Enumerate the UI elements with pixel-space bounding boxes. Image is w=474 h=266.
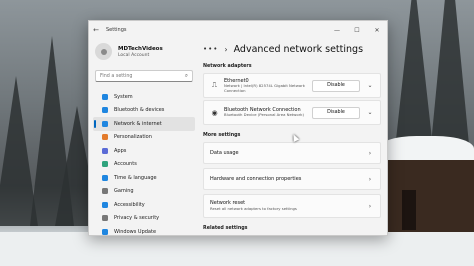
sidebar-item[interactable]: Personalization [93,131,195,145]
sidebar-item[interactable]: System [93,90,195,104]
maximize-icon[interactable]: ☐ [347,27,367,34]
sidebar-item[interactable]: Accessibility [93,198,195,212]
adapter-card[interactable]: ◉ Bluetooth Network Connection Bluetooth D… [203,100,381,125]
sidebar-item[interactable]: Privacy & security [93,212,195,226]
sidebar-item-icon [102,147,108,154]
sidebar-item-icon [102,120,108,127]
sidebar-item-label: Time & language [114,174,157,181]
sidebar-item-icon [102,107,108,114]
sidebar-item[interactable]: Apps [93,144,195,158]
adapter-card[interactable]: ⎍ Ethernet0 Network | Intel(R) 82574L Giga… [203,73,381,98]
chevron-down-icon[interactable]: ⌄ [366,109,374,116]
sidebar-item-icon [102,161,108,168]
setting-label: Hardware and connection properties [210,175,302,182]
disable-button[interactable]: Disable [312,106,360,119]
more-settings-row[interactable]: Data usage › [203,142,381,164]
more-settings-row[interactable]: Network reset Reset all network adapters … [203,194,381,218]
back-arrow-icon[interactable]: ← [89,26,103,34]
close-icon[interactable]: ✕ [367,27,387,34]
sidebar-item-label: Personalization [114,134,152,141]
section-label-related-settings: Related settings [203,226,248,231]
sidebar-item[interactable]: Gaming [93,185,195,199]
cabin [388,160,474,240]
setting-description: Reset all network adapters to factory se… [210,205,297,211]
sidebar-item[interactable]: Network & internet [93,117,195,131]
sidebar-item[interactable]: Windows Update [93,225,195,235]
sidebar-nav: System Bluetooth & devices Network & inter… [89,90,199,235]
sidebar-item[interactable]: Bluetooth & devices [93,104,195,118]
setting-label: Data usage [210,149,239,156]
page-title: Advanced network settings [233,43,364,55]
user-icon [100,48,107,55]
more-settings-row[interactable]: Hardware and connection properties › [203,168,381,190]
account-name: MDTechVideos [118,45,163,52]
search-input[interactable]: Find a setting [100,74,185,79]
sidebar-item-icon [102,188,108,195]
avatar [95,43,112,60]
ethernet-icon: ⎍ [212,81,217,89]
sidebar-item-icon [102,174,108,181]
sidebar-item-label: Bluetooth & devices [114,107,165,114]
account-card[interactable]: MDTechVideos Local Account [89,39,199,64]
sidebar-item-icon [102,93,108,100]
more-settings-list: Data usage › Hardware and connection prope… [203,142,381,218]
adapter-description: Network | Intel(R) 82574L Gigabit Networ… [224,82,305,93]
sidebar: MDTechVideos Local Account Find a settin… [89,39,199,235]
chevron-right-icon: › [224,44,228,54]
window-title: Settings [106,27,127,33]
minimize-icon[interactable]: — [327,27,347,34]
sidebar-item-label: Windows Update [114,228,157,235]
settings-window: ← Settings — ☐ ✕ MDTechVideos Local Acco… [88,20,388,236]
sidebar-item[interactable]: Accounts [93,158,195,172]
bluetooth-icon: ◉ [211,108,218,117]
title-bar: ← Settings — ☐ ✕ [89,21,387,39]
disable-button[interactable]: Disable [312,79,360,92]
sidebar-item-icon [102,201,108,208]
sidebar-item-label: Apps [114,147,127,154]
cabin-door [402,190,416,230]
sidebar-item-label: Gaming [114,188,134,195]
chevron-right-icon: › [368,175,372,183]
snow-ground [0,232,474,266]
breadcrumb: ••• › Advanced network settings [203,40,381,58]
chevron-right-icon: › [368,202,372,210]
adapter-description: Bluetooth Device (Personal Area Network) [224,112,304,118]
sidebar-item-label: Accessibility [114,201,145,208]
sidebar-item-label: Accounts [114,161,137,168]
breadcrumb-more-button[interactable]: ••• [203,45,218,53]
search-icon: ⌕ [184,72,188,79]
section-label-network-adapters: Network adapters [203,64,252,69]
sidebar-item-label: Privacy & security [114,215,160,222]
sidebar-item-icon [102,228,108,235]
sidebar-item-icon [102,134,108,141]
search-box[interactable]: Find a setting ⌕ [95,70,193,82]
chevron-right-icon: › [368,149,372,157]
adapter-list: ⎍ Ethernet0 Network | Intel(R) 82574L Giga… [203,73,381,125]
chevron-down-icon[interactable]: ⌄ [366,82,374,89]
account-type: Local Account [118,52,150,58]
sidebar-item-label: System [114,93,133,100]
sidebar-item-label: Network & internet [114,120,162,127]
sidebar-item[interactable]: Time & language [93,171,195,185]
sidebar-item-icon [102,215,108,222]
